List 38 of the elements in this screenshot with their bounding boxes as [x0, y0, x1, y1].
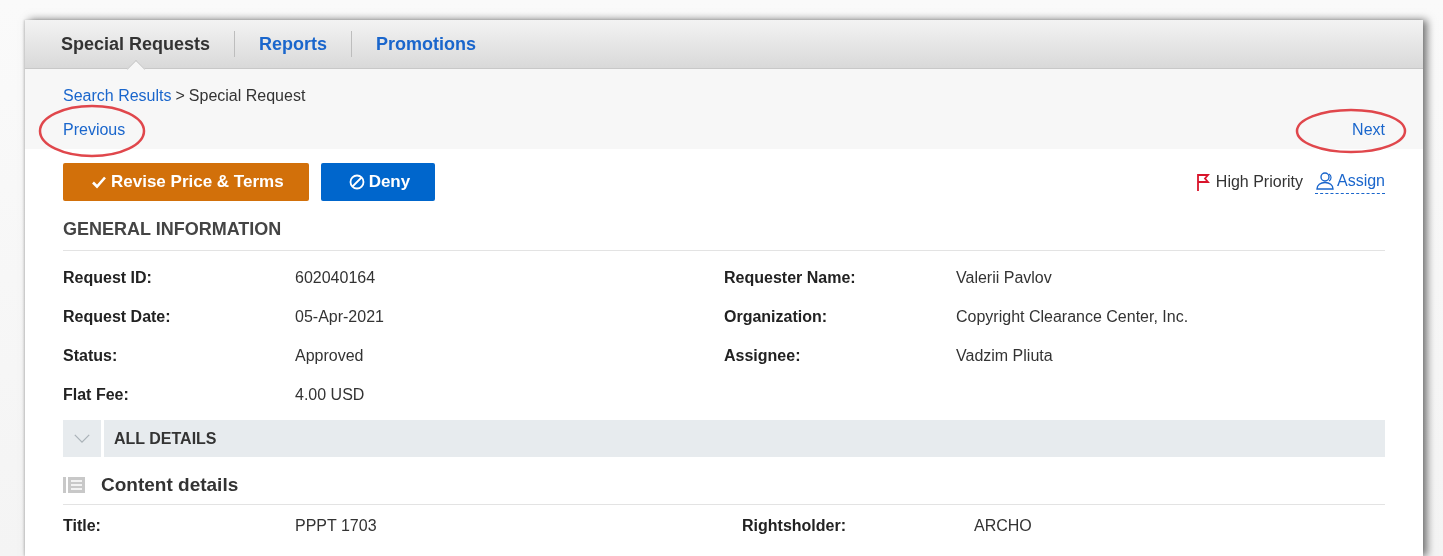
priority-label: High Priority	[1215, 173, 1303, 191]
prohibited-icon	[348, 174, 365, 190]
check-icon	[91, 174, 107, 190]
details-label: ALL DETAILS	[114, 429, 217, 448]
section-heading: Content details	[101, 474, 239, 496]
field-label: Assignee:	[724, 347, 802, 365]
field-value: PPPT 1703	[295, 517, 378, 535]
nav-tab[interactable]: Promotions	[364, 20, 489, 68]
field-value: Copyright Clearance Center, Inc.	[956, 308, 1190, 326]
breadcrumb-separator: >	[175, 87, 185, 105]
field-label: Request Date:	[63, 308, 172, 326]
assign-link[interactable]: Assign	[1314, 170, 1385, 194]
breadcrumb-link[interactable]: Search Results	[63, 87, 172, 105]
expand-toggle[interactable]	[63, 420, 101, 457]
field-label: Title:	[63, 517, 102, 535]
field-label: Organization:	[724, 308, 829, 326]
field-value: Vadzim Pliuta	[956, 347, 1054, 365]
field-value: Valerii Pavlov	[956, 269, 1053, 287]
field-label: Request ID:	[63, 269, 153, 287]
field-value: 05-Apr-2021	[295, 308, 385, 326]
field-value: Approved	[295, 347, 365, 365]
next-link[interactable]: Next	[1352, 121, 1385, 138]
list-icon	[63, 477, 85, 493]
field-label: Rightsholder:	[742, 517, 847, 535]
field-value: 4.00 USD	[295, 386, 366, 404]
breadcrumb-current: Special Request	[188, 87, 306, 105]
field-value: 602040164	[295, 269, 377, 287]
field-label: Requester Name:	[724, 269, 857, 287]
field-label: Status:	[63, 347, 119, 365]
previous-link[interactable]: Previous	[63, 121, 126, 138]
nav-tab[interactable]: Reports	[247, 20, 340, 68]
field-label: Flat Fee:	[63, 386, 130, 404]
revise-button[interactable]: Revise Price & Terms	[63, 163, 309, 201]
chevron-icon	[73, 433, 91, 444]
users-icon	[1314, 170, 1335, 191]
field-value: ARCHO	[974, 517, 1033, 535]
deny-button[interactable]: Deny	[320, 163, 436, 201]
section-heading: GENERAL INFORMATION	[63, 219, 283, 240]
